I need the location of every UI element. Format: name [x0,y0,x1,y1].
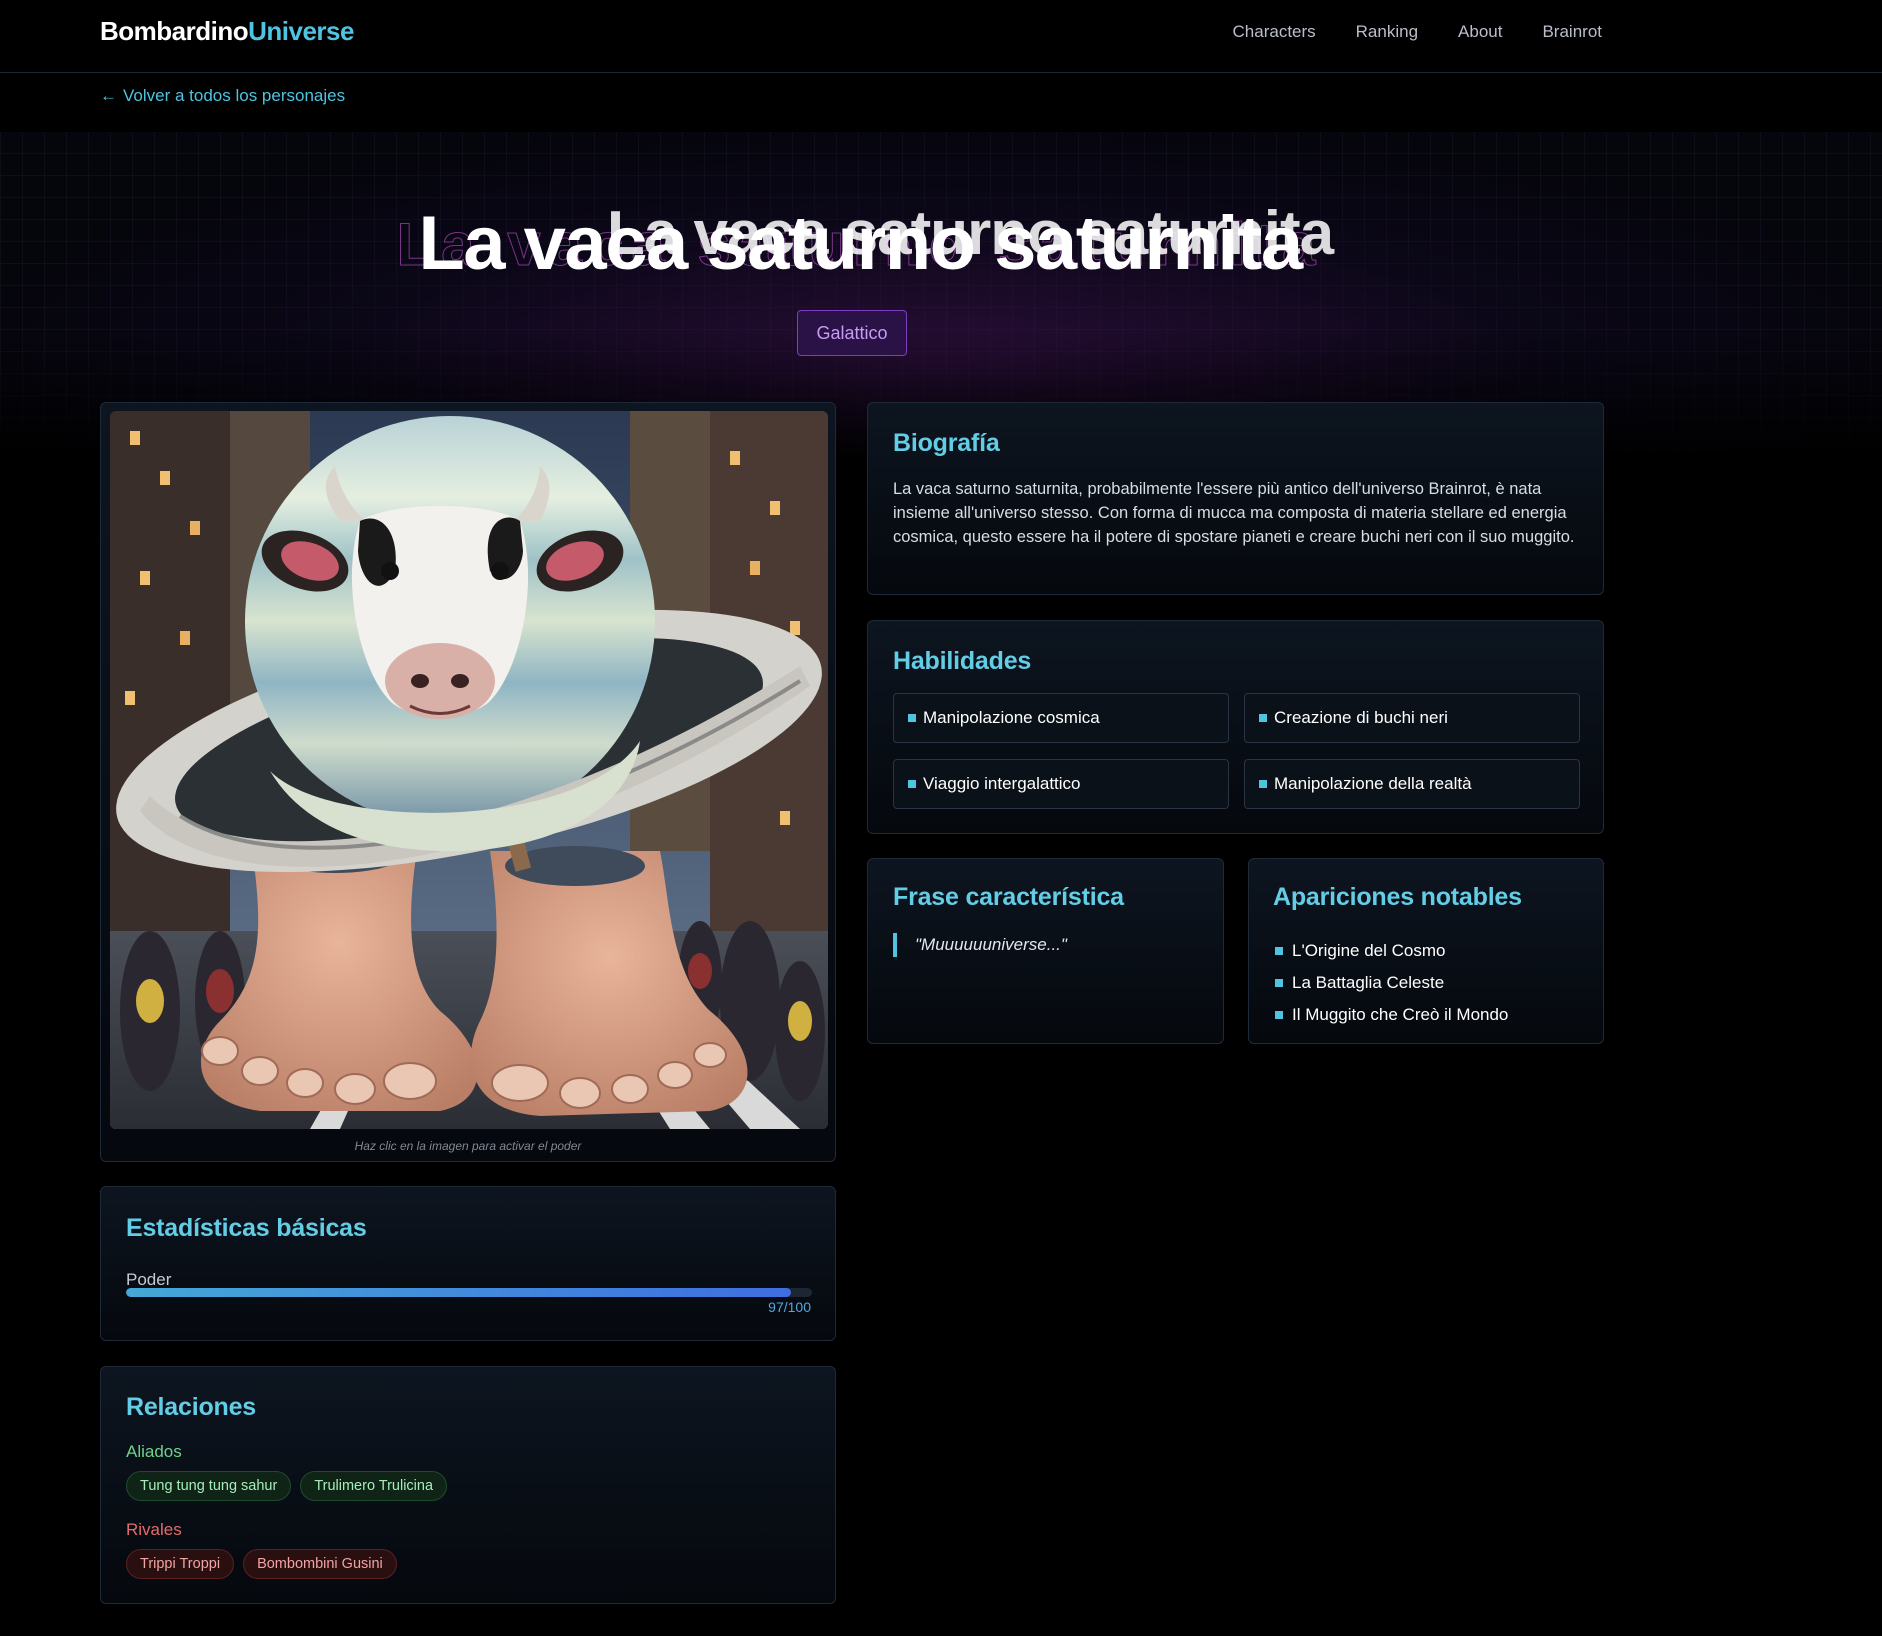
power-value: 97/100 [768,1299,811,1315]
bullet-square-icon [1259,714,1267,722]
ability-label: Creazione di buchi neri [1274,708,1448,727]
character-image[interactable] [110,411,828,1129]
nav-link-about[interactable]: About [1458,22,1502,42]
allies-list: Tung tung tung sahur Trulimero Trulicina [126,1471,448,1501]
top-navbar: BombardinoUniverse Characters Ranking Ab… [0,0,1882,73]
biography-text: La vaca saturno saturnita, probabilmente… [893,480,1575,546]
nav-link-ranking[interactable]: Ranking [1356,22,1418,42]
stats-heading: Estadísticas básicas [126,1214,367,1242]
character-illustration [110,411,828,1129]
catchphrase-heading: Frase característica [893,883,1124,911]
bullet-square-icon [1275,1011,1283,1019]
ability-label: Viaggio intergalattico [923,774,1081,793]
list-item: Il Muggito che Creò il Mondo [1275,999,1508,1031]
rarity-badge: Galattico [797,310,907,356]
ally-pill[interactable]: Tung tung tung sahur [126,1471,292,1501]
arrow-left-icon: ← [100,86,117,105]
catchphrase-card: Frase característica "Muuuuuuniverse..." [867,858,1224,1044]
bullet-square-icon [908,780,916,788]
ability-label: Manipolazione cosmica [923,708,1100,727]
main-nav: Characters Ranking About Brainrot [1233,22,1602,42]
power-bar-track [126,1288,812,1297]
ability-chip: Creazione di buchi neri [1244,693,1580,743]
power-bar-fill [126,1288,792,1297]
allies-label: Aliados [126,1442,182,1461]
back-link-label: Volver a todos los personajes [123,86,346,105]
ability-chip: Viaggio intergalattico [893,759,1229,809]
page-title: La vaca saturno saturnita [418,201,1303,286]
image-caption: Haz clic en la imagen para activar el po… [354,1139,582,1153]
list-item: L'Origine del Cosmo [1275,935,1508,967]
stat-label-power: Poder [126,1270,172,1289]
logo-part-1: Bombardino [100,16,249,46]
abilities-card: Habilidades Manipolazione cosmica Creazi… [867,620,1604,834]
nav-link-brainrot[interactable]: Brainrot [1542,22,1602,42]
appearances-heading: Apariciones notables [1273,883,1522,911]
nav-link-characters[interactable]: Characters [1233,22,1316,42]
appearance-title: Il Muggito che Creò il Mondo [1292,1005,1509,1024]
ally-pill[interactable]: Trulimero Trulicina [300,1471,448,1501]
rival-pill[interactable]: Trippi Troppi [126,1549,235,1579]
ability-chip: Manipolazione della realtà [1244,759,1580,809]
ability-label: Manipolazione della realtà [1274,774,1472,793]
rival-pill[interactable]: Bombombini Gusini [243,1549,397,1579]
site-logo[interactable]: BombardinoUniverse [100,16,354,47]
appearances-card: Apariciones notables L'Origine del Cosmo… [1248,858,1604,1044]
catchphrase-quote: "Muuuuuuniverse..." [893,933,1067,957]
back-link[interactable]: ← Volver a todos los personajes [100,86,345,106]
hero-title-wrap: La vaca saturno saturnita [0,200,1720,287]
biography-card: Biografía La vaca saturno saturnita, pro… [867,402,1604,595]
bullet-square-icon [908,714,916,722]
rivals-list: Trippi Troppi Bombombini Gusini [126,1549,397,1579]
bullet-square-icon [1275,979,1283,987]
biography-heading: Biografía [893,429,1000,457]
relations-heading: Relaciones [126,1393,257,1421]
rivals-label: Rivales [126,1520,182,1539]
bullet-square-icon [1259,780,1267,788]
relations-card: Relaciones Aliados Tung tung tung sahur … [100,1366,836,1604]
appearance-title: La Battaglia Celeste [1292,973,1445,992]
character-image-card: Haz clic en la imagen para activar el po… [100,402,836,1162]
bullet-square-icon [1275,947,1283,955]
stats-card: Estadísticas básicas Poder 97/100 [100,1186,836,1341]
abilities-heading: Habilidades [893,647,1032,675]
appearance-title: L'Origine del Cosmo [1292,941,1446,960]
appearances-list: L'Origine del Cosmo La Battaglia Celeste… [1275,935,1508,1031]
list-item: La Battaglia Celeste [1275,967,1508,999]
logo-part-2: Universe [248,16,354,46]
ability-chip: Manipolazione cosmica [893,693,1229,743]
